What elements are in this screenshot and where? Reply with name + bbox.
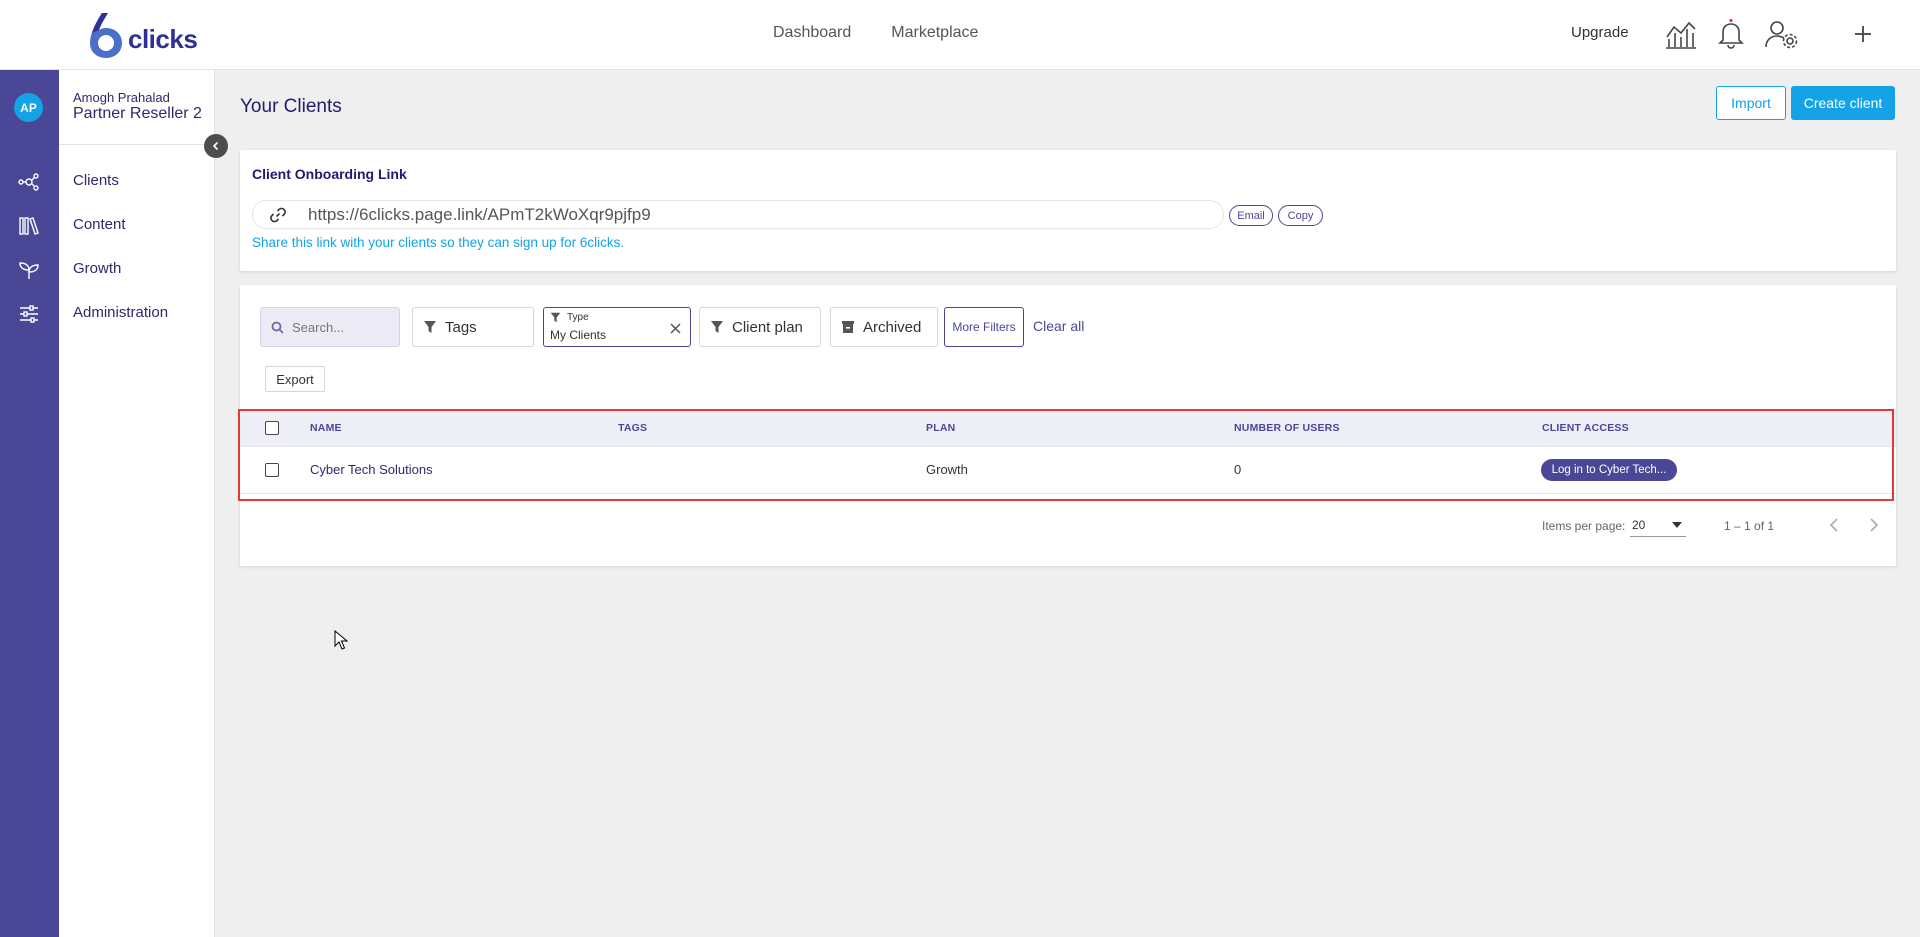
pagination-range: 1 – 1 of 1 — [1724, 519, 1775, 533]
nav-marketplace[interactable]: Marketplace — [891, 24, 978, 42]
logo-mark — [88, 11, 124, 59]
sidebar: Amogh Prahalad Partner Reseller 2 Client… — [59, 70, 215, 937]
chevron-right-icon — [1870, 518, 1879, 532]
filter-icon — [711, 321, 723, 333]
onboarding-link-text: https://6clicks.page.link/APmT2kWoXqr9pj… — [308, 205, 651, 224]
client-name-link[interactable]: Cyber Tech Solutions — [310, 462, 433, 477]
sprout-icon[interactable] — [17, 258, 41, 282]
filter-icon — [424, 321, 436, 333]
archive-icon — [842, 321, 854, 333]
share-hint: Share this link with your clients so the… — [252, 235, 625, 250]
client-login-button[interactable]: Log in to Cyber Tech... — [1541, 459, 1677, 481]
select-all-checkbox[interactable] — [265, 421, 279, 435]
network-icon[interactable] — [17, 170, 41, 194]
search-icon — [271, 321, 284, 334]
chevron-left-icon — [1829, 518, 1838, 532]
column-header-tags[interactable]: TAGS — [618, 422, 647, 434]
link-icon — [270, 207, 286, 223]
sidebar-item-administration[interactable]: Administration — [73, 304, 168, 321]
archived-filter[interactable]: Archived — [830, 307, 938, 347]
tags-filter-label: Tags — [445, 318, 477, 336]
icon-rail: AP — [0, 70, 59, 937]
client-plan: Growth — [926, 462, 968, 477]
close-icon[interactable] — [670, 323, 681, 334]
search-input[interactable] — [292, 319, 392, 335]
filter-icon — [550, 312, 561, 323]
archived-filter-label: Archived — [863, 318, 922, 336]
client-plan-filter[interactable]: Client plan — [699, 307, 821, 347]
column-header-plan[interactable]: PLAN — [926, 422, 955, 434]
analytics-icon[interactable] — [1663, 16, 1699, 52]
tags-filter[interactable]: Tags — [412, 307, 534, 347]
row-checkbox[interactable] — [265, 463, 279, 477]
type-filter[interactable]: Type My Clients — [543, 307, 691, 347]
onboarding-card: Client Onboarding Link https://6clicks.p… — [240, 150, 1896, 271]
top-bar: clicks Dashboard Marketplace Upgrade — [0, 0, 1920, 70]
chevron-left-icon — [212, 141, 219, 151]
type-filter-value: My Clients — [550, 328, 607, 342]
library-icon[interactable] — [17, 214, 41, 238]
onboarding-title: Client Onboarding Link — [252, 166, 407, 182]
collapse-sidebar-button[interactable] — [204, 134, 228, 158]
sidebar-item-growth[interactable]: Growth — [73, 260, 121, 277]
table-row: Cyber Tech Solutions Growth 0 Log in to … — [240, 447, 1896, 494]
items-per-page-select[interactable]: 20 — [1630, 513, 1686, 537]
create-client-button[interactable]: Create client — [1791, 86, 1895, 120]
clients-card: Tags Type My Clients Client plan Archive… — [240, 285, 1896, 566]
client-user-count: 0 — [1234, 462, 1242, 477]
import-button[interactable]: Import — [1716, 86, 1786, 120]
next-page-button[interactable] — [1864, 515, 1884, 535]
avatar[interactable]: AP — [14, 93, 43, 122]
sliders-icon[interactable] — [17, 302, 41, 326]
column-header-users[interactable]: NUMBER OF USERS — [1234, 422, 1340, 434]
mouse-cursor-icon — [334, 630, 348, 650]
clear-all-link[interactable]: Clear all — [1033, 318, 1084, 334]
nav-dashboard[interactable]: Dashboard — [773, 24, 851, 42]
client-plan-filter-label: Client plan — [732, 318, 803, 336]
caret-down-icon — [1672, 522, 1682, 528]
sidebar-divider — [59, 144, 215, 145]
upgrade-link[interactable]: Upgrade — [1571, 24, 1629, 41]
user-settings-icon[interactable] — [1764, 16, 1800, 52]
column-header-client-access: CLIENT ACCESS — [1542, 422, 1629, 434]
items-per-page-label: Items per page: — [1542, 519, 1626, 533]
more-filters-button[interactable]: More Filters — [944, 307, 1024, 347]
top-nav: Dashboard Marketplace — [773, 24, 978, 42]
copy-link-button[interactable]: Copy — [1278, 205, 1323, 226]
column-header-name[interactable]: NAME — [310, 422, 342, 434]
email-link-button[interactable]: Email — [1229, 205, 1273, 226]
previous-page-button[interactable] — [1824, 515, 1844, 535]
app-logo[interactable]: clicks — [88, 10, 198, 60]
logo-text: clicks — [128, 23, 198, 54]
search-box[interactable] — [260, 307, 400, 347]
table-header: NAME TAGS PLAN NUMBER OF USERS CLIENT AC… — [240, 409, 1896, 447]
onboarding-link-field[interactable]: https://6clicks.page.link/APmT2kWoXqr9pj… — [252, 200, 1224, 229]
page-title: Your Clients — [240, 96, 342, 117]
add-icon[interactable] — [1845, 16, 1881, 52]
sidebar-item-clients[interactable]: Clients — [73, 172, 119, 189]
items-per-page-value: 20 — [1632, 518, 1646, 532]
user-name: Amogh Prahalad — [73, 90, 170, 105]
bell-icon[interactable] — [1713, 16, 1749, 52]
sidebar-item-content[interactable]: Content — [73, 216, 126, 233]
export-button[interactable]: Export — [265, 366, 325, 392]
type-filter-label: Type — [567, 312, 589, 323]
user-role[interactable]: Partner Reseller 2 — [73, 105, 202, 123]
